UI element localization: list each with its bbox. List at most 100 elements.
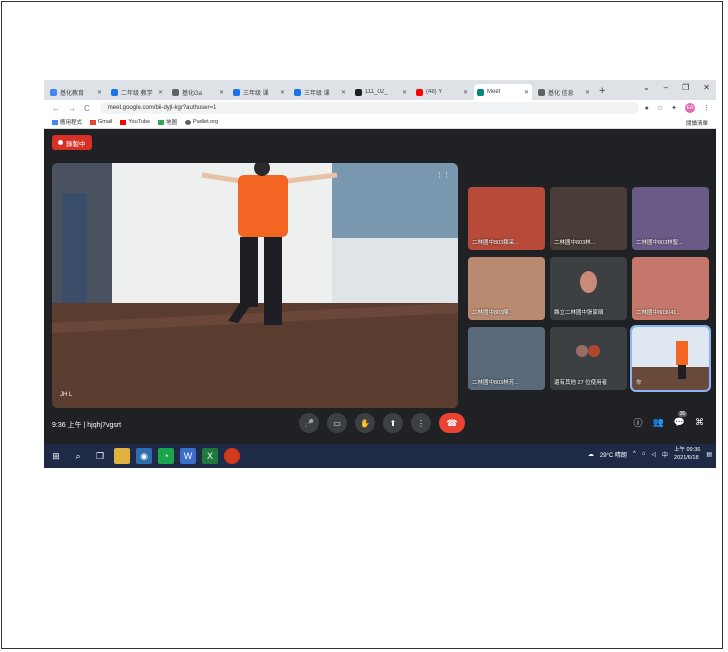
browser-tab[interactable]: 三年级 课 ✕ xyxy=(291,84,349,100)
bookmark-label: 應用程式 xyxy=(60,120,83,126)
clock-date: 2021/6/18 xyxy=(674,455,699,461)
tab-label: 三年级 课 xyxy=(243,90,269,97)
address-bar-actions: ● ☆ ✦ EA ⋮ xyxy=(645,103,710,113)
browser-tab[interactable]: 基化 信息 ✕ xyxy=(535,84,593,100)
participant-avatar xyxy=(576,345,588,357)
tab-close-icon[interactable]: ✕ xyxy=(524,89,529,96)
tab-close-icon[interactable]: ✕ xyxy=(585,89,590,96)
bookmark-youtube[interactable]: YouTube xyxy=(120,119,150,125)
bookmark-label: YouTube xyxy=(128,119,151,125)
back-button[interactable]: ← xyxy=(52,104,60,113)
line-app-icon[interactable]: ◔ xyxy=(158,448,174,464)
profile-avatar[interactable]: EA xyxy=(685,103,695,113)
browser-tab[interactable]: 基化教育 ✕ xyxy=(47,84,105,100)
excel-icon[interactable]: X xyxy=(202,448,218,464)
more-options-button[interactable]: ⋮ xyxy=(411,413,431,433)
browser-tab[interactable]: 111_02_ ✕ xyxy=(352,84,410,100)
tab-close-icon[interactable]: ✕ xyxy=(402,89,407,96)
camera-indicator-icon[interactable]: ● xyxy=(645,105,649,112)
browser-menu-icon[interactable]: ⋮ xyxy=(703,104,710,112)
browser-tab-active[interactable]: Meet ✕ xyxy=(474,84,532,100)
close-window-button[interactable]: ✕ xyxy=(703,83,710,92)
end-call-button[interactable]: ☎ xyxy=(439,413,465,433)
activities-button[interactable]: ⌘ xyxy=(695,417,704,428)
bookmark-maps[interactable]: 地圖 xyxy=(158,118,177,126)
participant-tile[interactable]: 二林國中803林芳... xyxy=(468,327,545,390)
weather-label[interactable]: 29°C 晴朗 xyxy=(600,450,627,459)
self-view-frame xyxy=(632,341,709,390)
reading-list-button[interactable]: 閱讀清單 xyxy=(686,119,708,127)
pin-icon[interactable]: ⋮⋮ xyxy=(436,171,450,179)
participant-name: 二林國中803林... xyxy=(554,240,596,246)
reload-button[interactable]: C xyxy=(84,104,90,113)
maximize-button[interactable]: ❐ xyxy=(682,83,689,92)
tab-close-icon[interactable]: ✕ xyxy=(463,89,468,96)
minimize-button[interactable]: – xyxy=(664,83,668,92)
maps-icon xyxy=(158,119,165,125)
tab-favicon-icon xyxy=(172,88,179,96)
tab-close-icon[interactable]: ✕ xyxy=(280,89,285,96)
tray-chevron-icon[interactable]: ^ xyxy=(633,451,636,457)
tab-favicon-icon xyxy=(355,88,362,96)
participant-tile[interactable]: 縣立二林國中張家碩 xyxy=(550,257,627,320)
tab-close-icon[interactable]: ✕ xyxy=(97,89,102,96)
participant-tile[interactable]: 二林國中803林聖... xyxy=(632,187,709,250)
bookmark-gmail[interactable]: Gmail xyxy=(90,119,112,125)
people-button[interactable]: 👥 36 xyxy=(652,411,688,428)
globe-icon xyxy=(185,119,192,125)
browser-tab[interactable]: (48) Y ✕ xyxy=(413,84,471,100)
present-button[interactable]: ⬆ xyxy=(383,413,403,433)
tab-label: 三年级 课 xyxy=(304,90,330,97)
microphone-button[interactable]: 🎤 xyxy=(299,413,319,433)
extensions-icon[interactable]: ✦ xyxy=(671,104,677,112)
participant-tile[interactable]: 二林國中803041... xyxy=(632,257,709,320)
more-participants-tile[interactable]: 還有其他 27 位使用者 xyxy=(550,327,627,390)
search-icon[interactable]: ⌕ xyxy=(70,448,86,464)
apps-grid-icon xyxy=(52,119,58,125)
task-view-icon[interactable]: ❒ xyxy=(92,448,108,464)
browser-tab[interactable]: 基化Ga ✕ xyxy=(169,84,227,100)
participant-name: 二林國中803賴采... xyxy=(472,240,519,246)
people-icon: 👥 xyxy=(652,417,664,427)
self-view-name: 你 xyxy=(636,380,642,386)
chrome-icon[interactable]: ◉ xyxy=(136,448,152,464)
tab-close-icon[interactable]: ✕ xyxy=(219,89,224,96)
tab-search-icon[interactable]: ⌄ xyxy=(643,83,650,92)
forward-button[interactable]: → xyxy=(68,104,76,113)
taskbar-clock[interactable]: 上午 09:36 2021/6/18 xyxy=(674,446,700,462)
camera-button[interactable]: ▭ xyxy=(327,413,347,433)
file-explorer-icon[interactable] xyxy=(114,448,130,464)
browser-tab[interactable]: 三年级 课 ✕ xyxy=(230,84,288,100)
tab-favicon-icon xyxy=(538,88,545,96)
chat-button[interactable]: 💬 xyxy=(674,417,685,428)
tab-favicon-icon xyxy=(294,88,301,96)
participant-tile[interactable]: 二林國中803賴采... xyxy=(468,187,545,250)
main-speaker-video[interactable]: ⋮⋮ JH L xyxy=(52,163,458,408)
participant-tile[interactable]: 二林國中803林... xyxy=(550,187,627,250)
ime-indicator[interactable]: 中 xyxy=(662,450,668,459)
tab-label: Meet xyxy=(487,89,501,95)
tab-favicon-icon xyxy=(233,88,240,96)
bookmark-padlet[interactable]: Padlet.org xyxy=(185,119,218,125)
network-icon[interactable]: ⌂ xyxy=(642,451,646,457)
word-icon[interactable]: W xyxy=(180,448,196,464)
tab-close-icon[interactable]: ✕ xyxy=(158,89,163,96)
self-view-tile[interactable]: 你 xyxy=(630,325,711,392)
browser-tab[interactable]: 二年级 教学 ✕ xyxy=(108,84,166,100)
notifications-icon[interactable]: ▤ xyxy=(706,451,712,458)
bookmark-apps[interactable]: 應用程式 xyxy=(52,118,82,126)
url-input[interactable]: meet.google.com/bii-dyjl-kgr?authuser=1 xyxy=(99,102,639,114)
bookmark-star-icon[interactable]: ☆ xyxy=(657,104,663,112)
meeting-details-button[interactable]: ⓘ xyxy=(634,416,643,429)
new-tab-button[interactable]: + xyxy=(599,84,605,100)
powerpoint-icon[interactable] xyxy=(224,448,240,464)
raise-hand-button[interactable]: ✋ xyxy=(355,413,375,433)
meeting-side-controls: ⓘ 👥 36 💬 ⌘ xyxy=(634,411,704,429)
tab-close-icon[interactable]: ✕ xyxy=(341,89,346,96)
bookmark-label: Gmail xyxy=(98,119,113,125)
start-button[interactable]: ⊞ xyxy=(48,448,64,464)
volume-icon[interactable]: ◁ xyxy=(651,451,656,458)
participant-tile[interactable]: 二林國中803陳... xyxy=(468,257,545,320)
clock-time: 上午 09:36 xyxy=(674,447,701,453)
tab-label: 二年级 教学 xyxy=(121,90,153,97)
